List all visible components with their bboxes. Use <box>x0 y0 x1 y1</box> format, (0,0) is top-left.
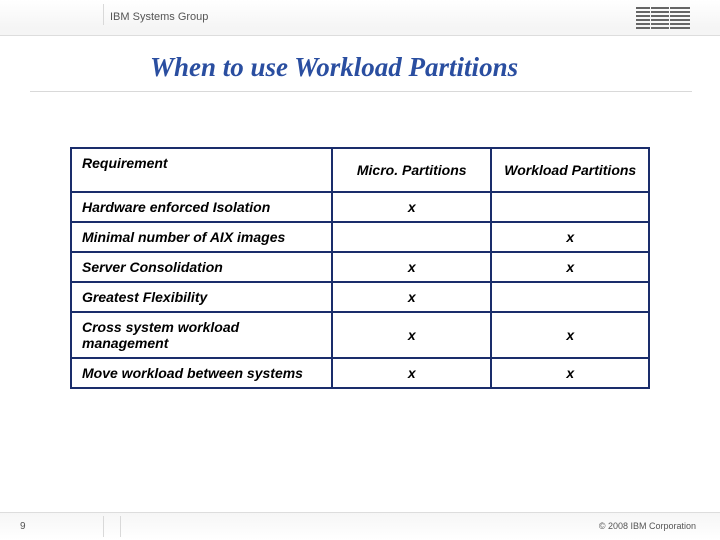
slide-footer: 9 © 2008 IBM Corporation <box>0 512 720 540</box>
slide-title: When to use Workload Partitions <box>150 52 720 83</box>
title-underline <box>30 91 692 92</box>
micro-cell <box>332 222 491 252</box>
workload-cell <box>491 192 649 222</box>
table-row: Cross system workload management x x <box>71 312 649 358</box>
table-row: Server Consolidation x x <box>71 252 649 282</box>
table-header-row: Requirement Micro. Partitions Workload P… <box>71 148 649 192</box>
col-header-workload-partitions: Workload Partitions <box>491 148 649 192</box>
comparison-table: Requirement Micro. Partitions Workload P… <box>70 147 650 389</box>
micro-cell: x <box>332 282 491 312</box>
workload-cell: x <box>491 312 649 358</box>
page-number: 9 <box>20 521 26 532</box>
requirement-cell: Server Consolidation <box>71 252 332 282</box>
micro-cell: x <box>332 312 491 358</box>
footer-divider <box>120 516 121 537</box>
table-row: Minimal number of AIX images x <box>71 222 649 252</box>
col-header-requirement: Requirement <box>71 148 332 192</box>
requirement-cell: Greatest Flexibility <box>71 282 332 312</box>
requirement-cell: Move workload between systems <box>71 358 332 388</box>
table-row: Greatest Flexibility x <box>71 282 649 312</box>
table-row: Move workload between systems x x <box>71 358 649 388</box>
header-divider <box>103 4 104 25</box>
micro-cell: x <box>332 192 491 222</box>
workload-cell <box>491 282 649 312</box>
workload-cell: x <box>491 358 649 388</box>
copyright-text: © 2008 IBM Corporation <box>599 521 696 531</box>
micro-cell: x <box>332 358 491 388</box>
requirement-cell: Hardware enforced Isolation <box>71 192 332 222</box>
table-row: Hardware enforced Isolation x <box>71 192 649 222</box>
col-header-micropartitions: Micro. Partitions <box>332 148 491 192</box>
slide-header: IBM Systems Group <box>0 0 720 36</box>
footer-divider <box>103 516 104 537</box>
requirement-cell: Cross system workload management <box>71 312 332 358</box>
micro-cell: x <box>332 252 491 282</box>
workload-cell: x <box>491 222 649 252</box>
header-group-name: IBM Systems Group <box>110 11 208 23</box>
ibm-logo-icon <box>636 7 690 29</box>
requirement-cell: Minimal number of AIX images <box>71 222 332 252</box>
workload-cell: x <box>491 252 649 282</box>
